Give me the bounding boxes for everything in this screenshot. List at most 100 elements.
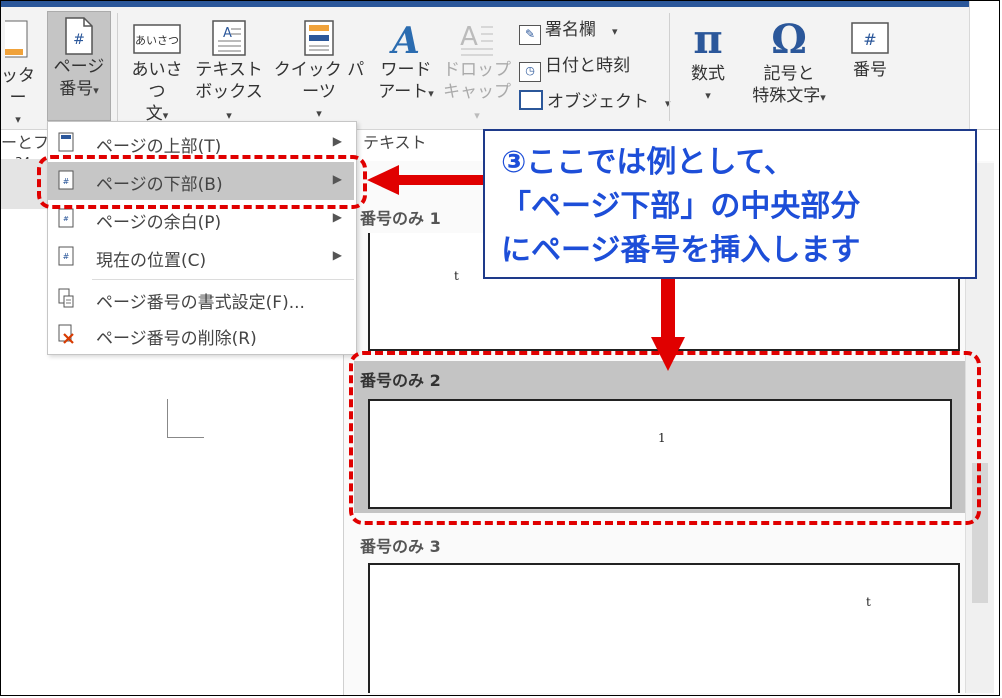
page-number-icon: # <box>65 17 93 55</box>
date-time-button[interactable]: ◷ 日付と時刻 <box>519 53 630 82</box>
menu-item-format-page-numbers[interactable]: ページ番号の書式設定(F)... <box>48 280 354 318</box>
svg-text:#: # <box>863 30 876 49</box>
chevron-down-icon: ▾ <box>705 89 711 102</box>
svg-text:あいさつ: あいさつ <box>135 34 179 47</box>
callout-line-1: ③ここでは例として、 <box>501 145 795 180</box>
greeting-icon: あいさつ <box>133 24 181 54</box>
signature-icon: ✎ <box>519 25 541 45</box>
format-page-number-icon <box>58 288 74 308</box>
menu-item-label: ページの余白(P) <box>96 213 222 233</box>
chevron-down-icon: ▾ <box>428 87 434 100</box>
menu-item-label: ページの上部(T) <box>96 137 222 157</box>
gallery-item-label: 番号のみ 3 <box>360 537 441 556</box>
page-number-preview: t <box>866 595 871 609</box>
arrow-left-icon <box>367 165 399 195</box>
number-icon: # <box>851 22 889 54</box>
page-number-button[interactable]: # ページ 番号▾ <box>47 11 111 121</box>
dropcap-icon: A <box>460 22 493 56</box>
page-corner-mark <box>167 399 204 438</box>
menu-item-label: 現在の位置(C) <box>96 251 207 271</box>
group-label-text: テキスト <box>363 133 427 152</box>
page-margin-icon: # <box>58 208 74 228</box>
dropcap-button[interactable]: A ドロップ キャップ ▾ <box>441 19 513 127</box>
svg-text:#: # <box>63 215 69 223</box>
symbol-button[interactable]: Ω 記号と 特殊文字▾ <box>741 17 837 109</box>
menu-highlight-box <box>37 155 367 209</box>
submenu-arrow-icon: ▶ <box>332 134 342 148</box>
equation-label: 数式 <box>691 64 725 84</box>
symbol-label-1: 記号と <box>763 64 815 84</box>
menu-item-remove-page-numbers[interactable]: ページ番号の削除(R) <box>48 316 354 354</box>
svg-text:A: A <box>223 26 232 41</box>
wordart-label-1: ワード <box>380 60 432 80</box>
signature-line-label: 署名欄 <box>545 20 596 40</box>
object-icon <box>519 90 543 110</box>
menu-item-label: ページ番号の削除(R) <box>96 329 257 349</box>
omega-icon: Ω <box>771 16 807 63</box>
ribbon: ッター ▾ # ページ 番号▾ あいさつ あいさつ 文▾ A テキスト ボックス… <box>1 1 999 152</box>
greeting-label-1: あいさつ <box>131 60 183 102</box>
svg-text:#: # <box>63 252 70 261</box>
pi-icon: π <box>693 16 723 63</box>
greeting-button[interactable]: あいさつ あいさつ 文▾ <box>125 19 189 127</box>
instruction-callout: ③ここでは例として、 「ページ下部」の中央部分 にページ番号を挿入します <box>483 129 977 279</box>
page-number-label-2-wrap: 番号▾ <box>48 78 110 102</box>
text-box-label-2: ボックス <box>195 82 263 102</box>
chevron-down-icon: ▾ <box>820 91 826 104</box>
submenu-arrow-icon: ▶ <box>332 248 342 262</box>
wordart-label-2: アート <box>378 82 429 102</box>
footer-button[interactable]: ッター ▾ <box>1 19 41 131</box>
chevron-down-icon: ▾ <box>93 84 99 97</box>
page-top-icon <box>58 132 74 152</box>
menu-item-label: ページ番号の書式設定(F)... <box>96 293 305 313</box>
text-box-button[interactable]: A テキスト ボックス▾ <box>193 19 265 127</box>
dropcap-label-1: ドロップ <box>443 60 511 80</box>
current-position-icon: # <box>58 246 74 266</box>
arrow-down-shaft <box>661 277 675 341</box>
signature-line-button[interactable]: ✎ 署名欄 ▾ <box>519 17 618 45</box>
wordart-icon: A <box>389 20 420 59</box>
dropcap-label-2-wrap: キャップ ▾ <box>441 81 513 127</box>
group-separator <box>117 13 118 121</box>
calendar-clock-icon: ◷ <box>519 62 541 82</box>
chevron-down-icon: ▾ <box>612 25 618 38</box>
quick-parts-button[interactable]: クイック パーツ ▾ <box>267 19 371 125</box>
ribbon-right-area <box>969 1 999 129</box>
dropcap-label-2: キャップ <box>443 82 511 102</box>
screenshot-frame: ッター ▾ # ページ 番号▾ あいさつ あいさつ 文▾ A テキスト ボックス… <box>0 0 1000 696</box>
quick-parts-icon <box>304 20 334 56</box>
page-number-preview: t <box>454 269 459 283</box>
gallery-highlight-box <box>349 351 981 525</box>
page-number-label-2: 番号 <box>59 79 94 99</box>
callout-line-2: 「ページ下部」の中央部分 <box>501 189 861 224</box>
submenu-arrow-icon: ▶ <box>332 210 342 224</box>
page-number-label-1: ページ <box>53 57 105 77</box>
chevron-down-icon: ▾ <box>474 109 480 122</box>
number-button[interactable]: # 番号 <box>841 19 899 81</box>
wordart-label-2-wrap: アート▾ <box>373 81 439 105</box>
symbol-label-2-wrap: 特殊文字▾ <box>741 85 837 109</box>
footer-icon <box>1 20 28 58</box>
object-button[interactable]: オブジェクト ▾ <box>519 89 671 117</box>
text-box-label-1: テキスト <box>195 60 263 80</box>
svg-text:#: # <box>73 32 85 48</box>
menu-item-current-position[interactable]: # 現在の位置(C) ▶ <box>48 238 354 276</box>
date-time-label: 日付と時刻 <box>545 56 630 76</box>
chevron-down-icon: ▾ <box>15 113 21 126</box>
arrow-down-icon <box>651 337 685 371</box>
gallery-item-plain-number-3[interactable]: t <box>368 563 960 693</box>
symbol-label-2: 特殊文字 <box>752 86 821 106</box>
group-separator <box>669 13 670 121</box>
wordart-button[interactable]: A ワード アート▾ <box>373 19 439 105</box>
footer-label: ッター <box>1 66 35 108</box>
equation-button[interactable]: π 数式 ▾ <box>677 17 739 107</box>
svg-text:A: A <box>460 22 478 52</box>
callout-line-3: にページ番号を挿入します <box>501 233 861 268</box>
text-box-icon: A <box>212 20 246 56</box>
remove-page-number-icon <box>58 324 74 344</box>
object-label: オブジェクト <box>547 92 649 112</box>
ribbon-top-bar <box>1 1 969 7</box>
arrow-left-shaft <box>395 175 489 185</box>
number-label: 番号 <box>853 60 887 80</box>
svg-text:A: A <box>389 20 420 59</box>
